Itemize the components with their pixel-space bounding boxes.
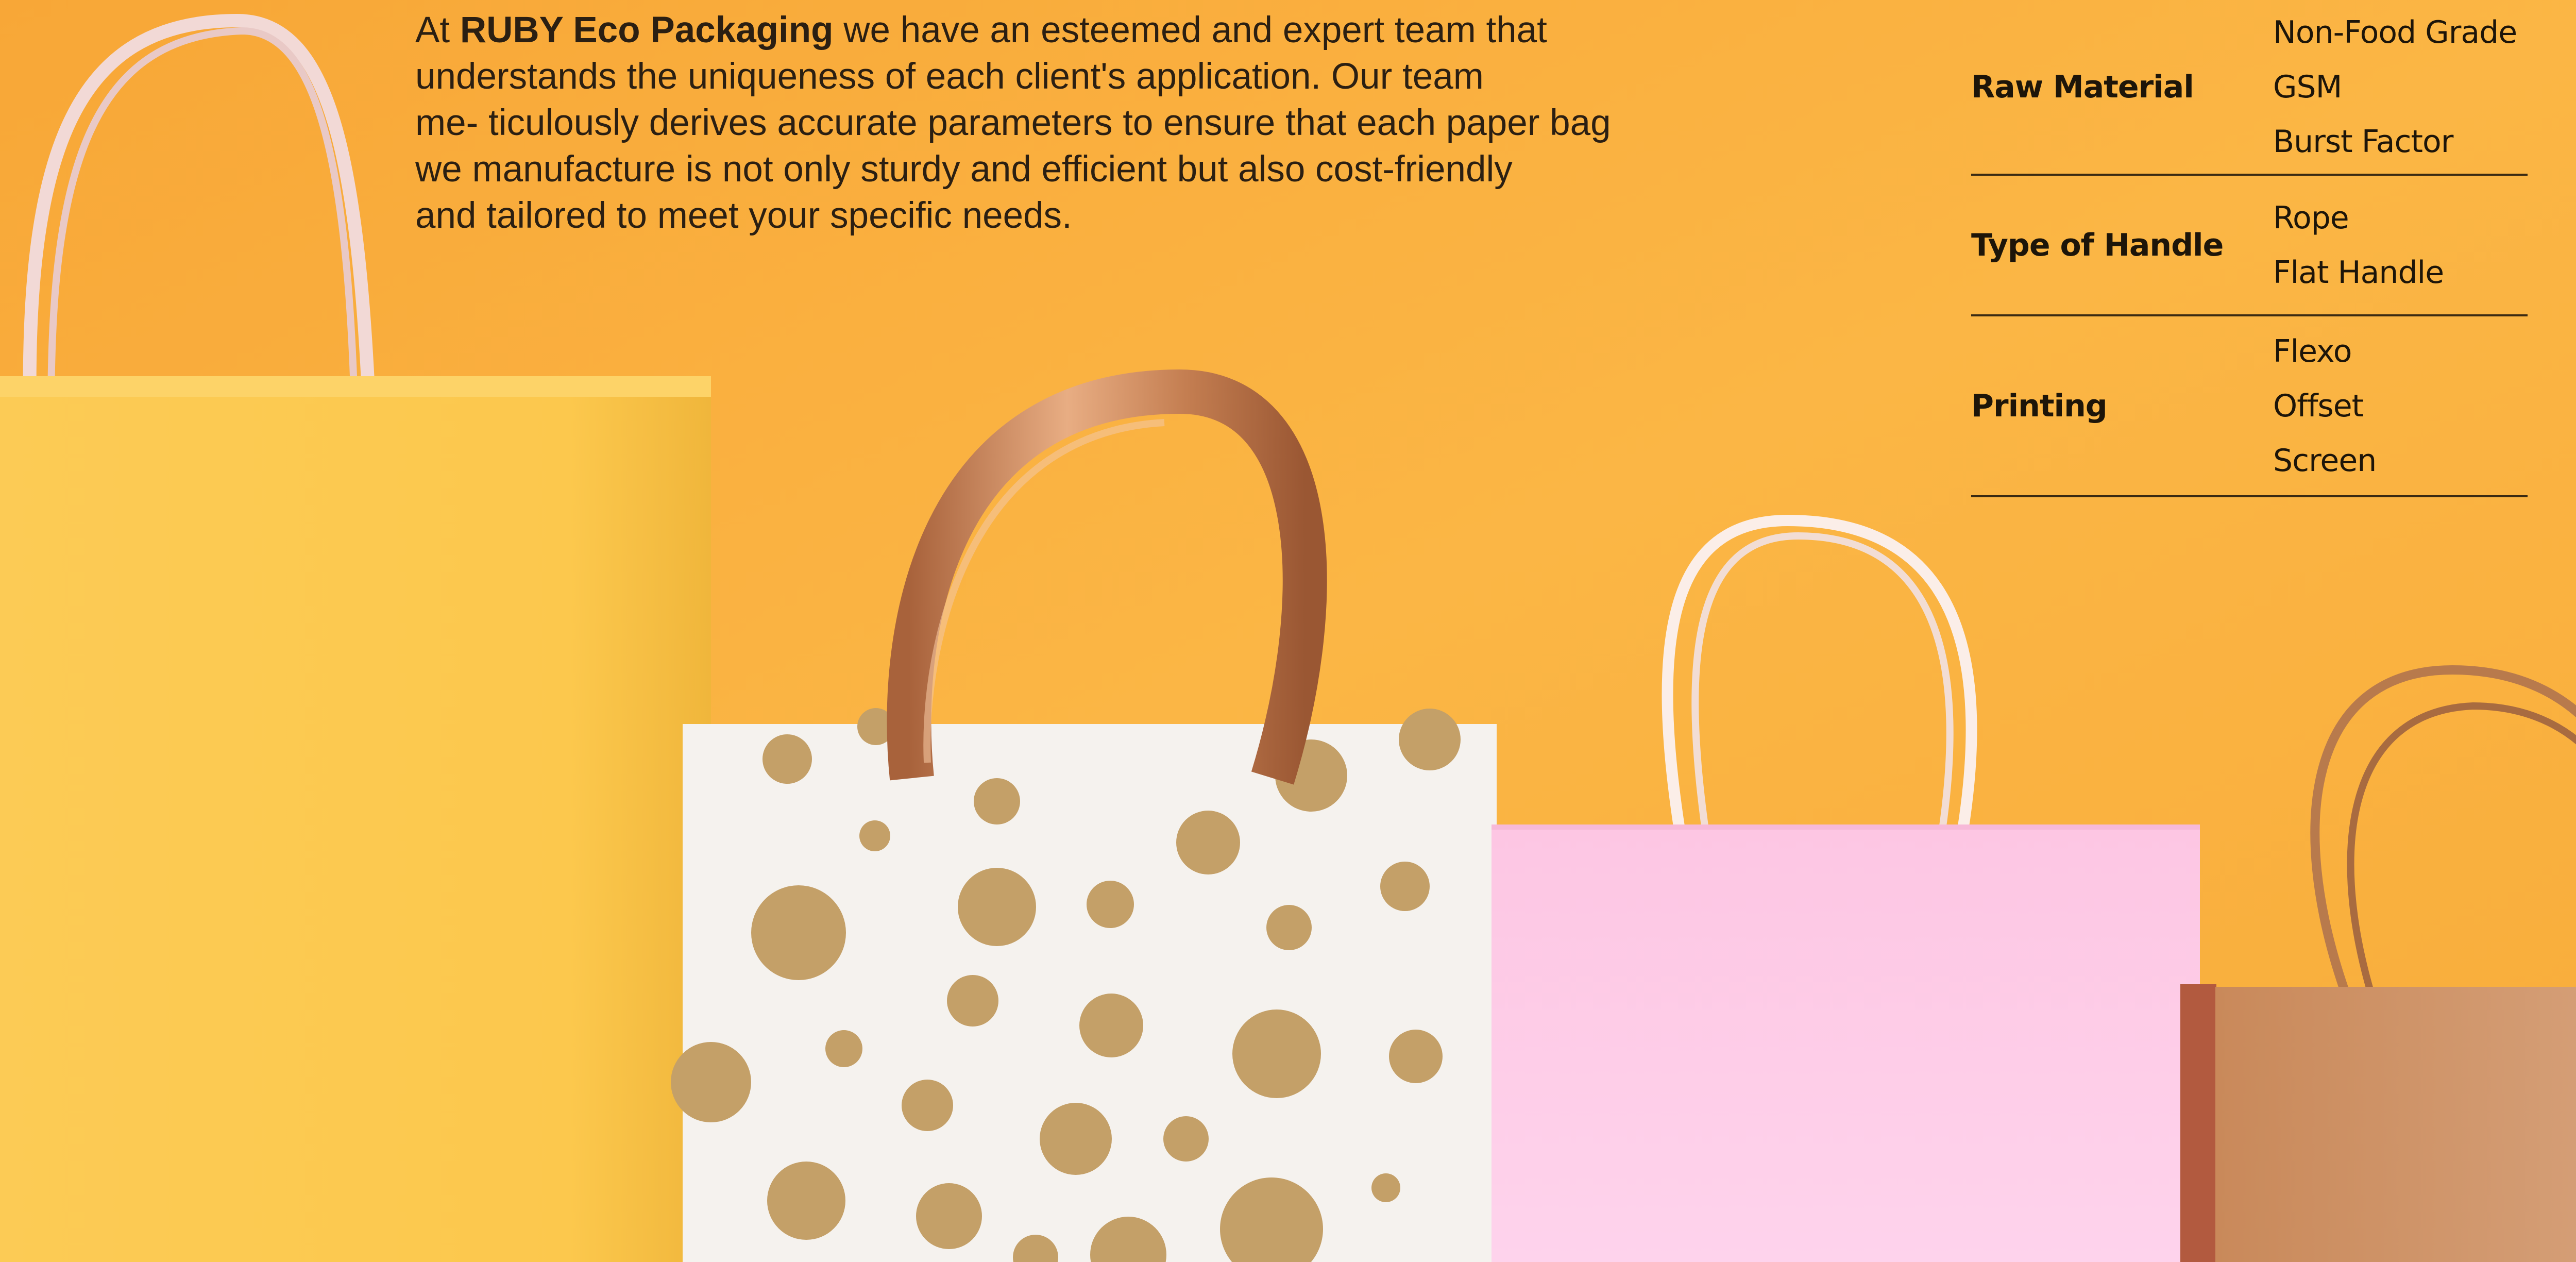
- spec-values: Non-Food Grade GSM Burst Factor: [2273, 5, 2517, 169]
- spec-label: Raw Material: [1971, 69, 2194, 105]
- spec-values: Rope Flat Handle: [2273, 191, 2444, 300]
- intro-prefix: At: [415, 10, 460, 51]
- intro-line-1: At RUBY Eco Packaging we have an esteeme…: [415, 7, 1806, 54]
- spec-value: Flexo: [2273, 333, 2352, 369]
- spec-value: Flat Handle: [2273, 254, 2444, 291]
- spec-value: Non-Food Grade: [2273, 14, 2517, 51]
- intro-line-1-rest: we have an esteemed and expert team that: [833, 10, 1547, 51]
- pink-bag-body: [1492, 824, 2200, 1262]
- intro-line-4: we manufacture is not only sturdy and ef…: [415, 149, 1513, 190]
- yellow-bag-rim: [0, 376, 711, 397]
- spec-value: Rope: [2273, 199, 2349, 236]
- spec-value: Burst Factor: [2273, 123, 2453, 160]
- yellow-bag-body: [0, 376, 711, 1262]
- kraft-bag-body: [2215, 987, 2576, 1262]
- kraft-bag-side: [2180, 984, 2216, 1262]
- spec-values: Flexo Offset Screen: [2273, 324, 2377, 488]
- spec-value: Offset: [2273, 388, 2364, 424]
- intro-line-3: me- ticulously derives accurate paramete…: [415, 103, 1611, 143]
- brand-name: RUBY Eco Packaging: [460, 10, 834, 51]
- intro-line-2: understands the uniqueness of each clien…: [415, 56, 1484, 97]
- intro-paragraph: At RUBY Eco Packaging we have an esteeme…: [415, 7, 1806, 239]
- spec-row-raw-material: Raw Material Non-Food Grade GSM Burst Fa…: [1971, 0, 2528, 176]
- spec-value: GSM: [2273, 69, 2342, 105]
- spec-label: Printing: [1971, 388, 2108, 424]
- spec-row-printing: Printing Flexo Offset Screen: [1971, 316, 2528, 497]
- spec-value: Screen: [2273, 442, 2377, 479]
- intro-line-5: and tailored to meet your specific needs…: [415, 195, 1072, 236]
- spec-row-type-of-handle: Type of Handle Rope Flat Handle: [1971, 176, 2528, 316]
- spec-label: Type of Handle: [1971, 227, 2224, 263]
- specification-table: Raw Material Non-Food Grade GSM Burst Fa…: [1971, 0, 2528, 497]
